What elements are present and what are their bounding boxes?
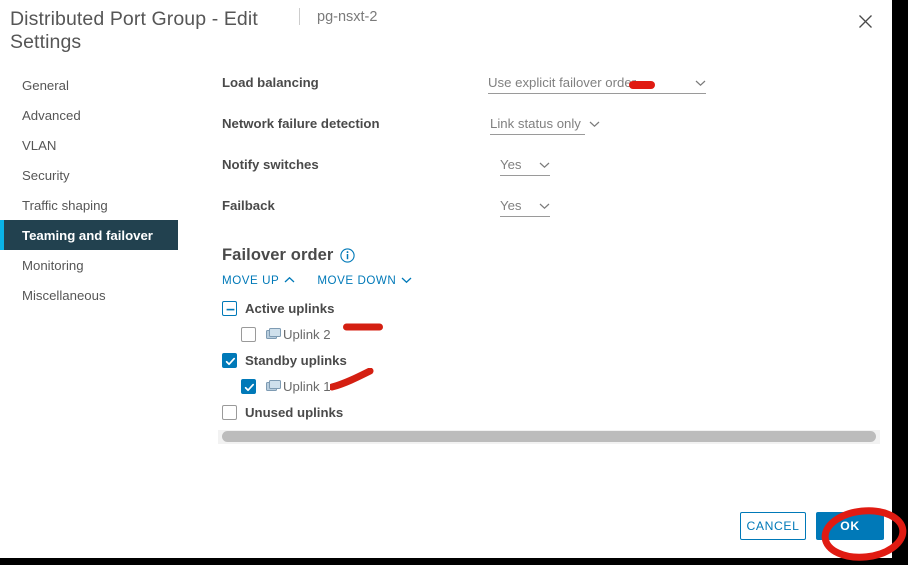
- chevron-down-icon: [531, 202, 550, 210]
- sidebar-item-monitoring[interactable]: Monitoring: [0, 250, 178, 280]
- dialog-header: Distributed Port Group - Edit Settings p…: [0, 0, 892, 56]
- failover-order-actions: MOVE UP MOVE DOWN: [222, 274, 882, 287]
- nic-icon: [266, 327, 281, 341]
- title-divider: [299, 8, 300, 25]
- info-icon[interactable]: [340, 248, 356, 263]
- screenshot-root: Distributed Port Group - Edit Settings p…: [0, 0, 908, 565]
- failover-order-section: Failover order MOVE UP MOVE DOWN Active …: [222, 246, 882, 425]
- dropdown-value: Yes: [500, 198, 522, 213]
- checkbox-uplink-1[interactable]: [241, 378, 256, 394]
- uplink-label: Standby uplinks: [245, 352, 347, 368]
- chevron-down-icon: [581, 120, 600, 128]
- dialog-subtitle: pg-nsxt-2: [317, 9, 378, 25]
- uplink-label: Active uplinks: [245, 300, 335, 316]
- form-label: Load balancing: [222, 75, 319, 90]
- move-up-label: MOVE UP: [222, 274, 280, 287]
- failover-order-tree: Active uplinks Uplink 2 Standby uplinks Upl…: [222, 295, 882, 425]
- dialog-footer: CANCEL OK: [0, 498, 892, 558]
- sidebar-item-label: Security: [22, 167, 70, 183]
- form-label: Failback: [222, 198, 275, 213]
- move-down-button[interactable]: MOVE DOWN: [317, 274, 412, 287]
- sidebar-item-general[interactable]: General: [0, 70, 178, 100]
- settings-sidebar: General Advanced VLAN Security Traffic shapi…: [0, 70, 178, 310]
- cancel-button[interactable]: CANCEL: [740, 512, 806, 540]
- dropdown-load-balancing[interactable]: Use explicit failover order: [488, 72, 706, 94]
- move-down-label: MOVE DOWN: [317, 274, 397, 287]
- form-row: Load balancing Use explicit failover orde…: [222, 70, 882, 111]
- form-label: Notify switches: [222, 157, 319, 172]
- dropdown-value: Yes: [500, 157, 522, 172]
- dropdown-notify-switches[interactable]: Yes: [500, 154, 550, 176]
- form-label: Network failure detection: [222, 116, 380, 131]
- dropdown-value: Link status only: [490, 116, 581, 131]
- sidebar-item-security[interactable]: Security: [0, 160, 178, 190]
- uplink-group-row[interactable]: Standby uplinks: [222, 347, 882, 373]
- page-title: Distributed Port Group - Edit Settings: [10, 8, 258, 53]
- sidebar-item-traffic-shaping[interactable]: Traffic shaping: [0, 190, 178, 220]
- sidebar-item-label: General: [22, 77, 69, 93]
- uplink-label: Unused uplinks: [245, 404, 344, 420]
- sidebar-item-label: Traffic shaping: [22, 197, 108, 213]
- uplink-row[interactable]: Uplink 2: [222, 321, 882, 347]
- uplink-label: Uplink 2: [283, 326, 331, 342]
- checkbox-standby-uplinks[interactable]: [222, 352, 237, 368]
- form-row: Network failure detection Link status onl…: [222, 111, 882, 152]
- sidebar-item-label: VLAN: [22, 137, 57, 153]
- sidebar-item-label: Advanced: [22, 107, 81, 123]
- close-button[interactable]: [852, 8, 878, 34]
- edit-settings-dialog: Distributed Port Group - Edit Settings p…: [0, 0, 892, 558]
- dropdown-failback[interactable]: Yes: [500, 195, 550, 217]
- dropdown-value: Use explicit failover order: [488, 75, 637, 90]
- sidebar-item-advanced[interactable]: Advanced: [0, 100, 178, 130]
- checkbox-unused-uplinks[interactable]: [222, 404, 237, 420]
- sidebar-item-teaming-and-failover[interactable]: Teaming and failover: [0, 220, 178, 250]
- nic-icon: [266, 379, 281, 393]
- checkbox-uplink-2[interactable]: [241, 326, 256, 342]
- failover-order-heading: Failover order: [222, 246, 882, 265]
- sidebar-item-label: Teaming and failover: [22, 227, 153, 243]
- sidebar-item-label: Monitoring: [22, 257, 84, 273]
- ok-button[interactable]: OK: [816, 512, 884, 540]
- chevron-down-icon: [687, 79, 706, 87]
- form-row: Notify switches Yes: [222, 152, 882, 193]
- checkbox-active-uplinks[interactable]: [222, 300, 237, 316]
- teaming-form: Load balancing Use explicit failover orde…: [222, 70, 882, 234]
- horizontal-scrollbar-thumb[interactable]: [222, 431, 876, 442]
- form-row: Failback Yes: [222, 193, 882, 234]
- sidebar-item-miscellaneous[interactable]: Miscellaneous: [0, 280, 178, 310]
- uplink-group-row[interactable]: Unused uplinks: [222, 399, 882, 425]
- uplink-label: Uplink 1: [283, 378, 331, 394]
- sidebar-item-label: Miscellaneous: [22, 287, 106, 303]
- chevron-down-icon: [401, 274, 412, 287]
- failover-order-title: Failover order: [222, 246, 334, 264]
- sidebar-item-vlan[interactable]: VLAN: [0, 130, 178, 160]
- dropdown-network-failure-detection[interactable]: Link status only: [490, 113, 600, 135]
- move-up-button[interactable]: MOVE UP: [222, 274, 295, 287]
- close-icon: [858, 14, 873, 29]
- uplink-group-row[interactable]: Active uplinks: [222, 295, 882, 321]
- settings-content: Load balancing Use explicit failover orde…: [222, 70, 882, 420]
- uplink-row[interactable]: Uplink 1: [222, 373, 882, 399]
- chevron-down-icon: [531, 161, 550, 169]
- chevron-up-icon: [284, 274, 295, 287]
